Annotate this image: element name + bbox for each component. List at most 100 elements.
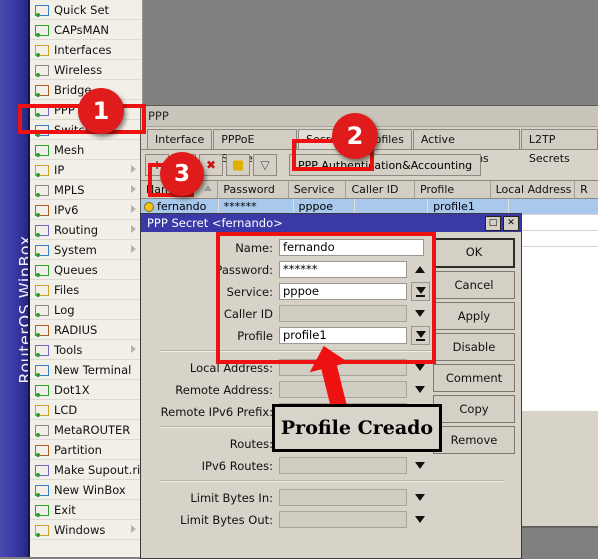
- tab-active-connections[interactable]: Active Connections: [412, 129, 520, 165]
- field-input-limit-bytes-out[interactable]: [279, 511, 407, 528]
- submenu-arrow-icon: [131, 205, 136, 213]
- disable-button[interactable]: Disable: [433, 333, 515, 361]
- submenu-arrow-icon: [131, 225, 136, 233]
- sidebar-menu: Quick Set CAPsMAN Interfaces Wireless Bridge…: [30, 0, 144, 557]
- sidebar-item-label: CAPsMAN: [54, 22, 110, 37]
- remove-button[interactable]: Remove: [433, 426, 515, 454]
- ok-button[interactable]: OK: [433, 238, 515, 268]
- sidebar-item-label: New WinBox: [54, 482, 126, 497]
- status-dot-icon: [144, 202, 154, 212]
- sidebar-item-label: Log: [54, 302, 75, 317]
- restore-button[interactable]: □: [485, 215, 501, 231]
- field-input-limit-bytes-in[interactable]: [279, 489, 407, 506]
- form-row: Limit Bytes Out:: [141, 510, 521, 529]
- dialog-title: PPP Secret <fernando>: [147, 216, 283, 230]
- column-header-label: Caller ID: [351, 183, 399, 196]
- sidebar-item-label: RADIUS: [54, 322, 98, 337]
- column-header-label: Password: [223, 183, 275, 196]
- log-icon: [34, 303, 49, 317]
- terminal-icon: [34, 363, 49, 377]
- button-label: Cancel: [454, 278, 494, 292]
- table-cell: [509, 199, 598, 214]
- mesh-icon: [34, 143, 49, 157]
- sidebar-item-interfaces[interactable]: Interfaces: [30, 40, 142, 60]
- column-header-label: Local Address: [495, 183, 572, 196]
- column-header[interactable]: Caller ID: [346, 181, 415, 198]
- sidebar-item-radius[interactable]: RADIUS: [30, 320, 142, 340]
- table-cell: profile1: [428, 199, 509, 214]
- button-label: Copy: [459, 402, 489, 416]
- submenu-arrow-icon: [131, 525, 136, 533]
- close-icon: ✕: [507, 217, 515, 228]
- sidebar-item-label: IP: [54, 162, 65, 177]
- sidebar-item-mpls[interactable]: MPLS: [30, 180, 142, 200]
- column-header[interactable]: Service: [289, 181, 347, 198]
- sidebar-item-label: Files: [54, 282, 80, 297]
- ipv6-icon: [34, 203, 49, 217]
- table-cell: ******: [219, 199, 294, 214]
- sidebar-item-new-terminal[interactable]: New Terminal: [30, 360, 142, 380]
- sidebar-item-label: Interfaces: [54, 42, 112, 57]
- sidebar-item-routing[interactable]: Routing: [30, 220, 142, 240]
- apply-button[interactable]: Apply: [433, 302, 515, 330]
- cancel-button[interactable]: Cancel: [433, 271, 515, 299]
- sidebar-item-log[interactable]: Log: [30, 300, 142, 320]
- sidebar-item-capsman[interactable]: CAPsMAN: [30, 20, 142, 40]
- tab-interface[interactable]: Interface: [147, 129, 213, 149]
- dialog-titlebar: PPP Secret <fernando> □ ✕: [141, 214, 521, 232]
- sidebar-item-label: Exit: [54, 502, 76, 517]
- column-header[interactable]: R: [575, 181, 598, 198]
- column-header[interactable]: Local Address: [491, 181, 576, 198]
- column-header[interactable]: Password: [218, 181, 289, 198]
- sidebar-item-mesh[interactable]: Mesh: [30, 140, 142, 160]
- sidebar-item-label: Wireless: [54, 62, 103, 77]
- windows-icon: [34, 523, 49, 537]
- sidebar-item-metarouter[interactable]: MetaROUTER: [30, 420, 142, 440]
- column-header[interactable]: Profile: [415, 181, 491, 198]
- dropdown-arrow-icon[interactable]: [411, 457, 428, 474]
- sidebar-item-quick-set[interactable]: Quick Set: [30, 0, 142, 20]
- dropdown-arrow-icon[interactable]: [411, 489, 428, 506]
- sidebar-item-exit[interactable]: Exit: [30, 500, 142, 520]
- comment-button[interactable]: ■: [226, 154, 250, 176]
- tab-pppoe-servers[interactable]: PPPoE Servers: [213, 129, 297, 165]
- restore-icon: □: [488, 217, 498, 228]
- submenu-arrow-icon: [131, 185, 136, 193]
- sidebar-item-ip[interactable]: IP: [30, 160, 142, 180]
- sidebar-item-make-supout-rif[interactable]: Make Supout.rif: [30, 460, 144, 480]
- copy-button[interactable]: Copy: [433, 395, 515, 423]
- tab-l2tp-secrets[interactable]: L2TP Secrets: [520, 129, 598, 165]
- routing-icon: [34, 223, 49, 237]
- close-button[interactable]: ✕: [503, 215, 519, 231]
- field-group-separator: [159, 480, 503, 482]
- dropdown-arrow-icon[interactable]: [411, 381, 428, 398]
- button-label: Comment: [445, 371, 503, 385]
- dropdown-arrow-icon[interactable]: [411, 511, 428, 528]
- queues-icon: [34, 263, 49, 277]
- sidebar-item-queues[interactable]: Queues: [30, 260, 142, 280]
- ppp-window-title: PPP: [148, 109, 169, 123]
- sidebar-item-tools[interactable]: Tools: [30, 340, 142, 360]
- sidebar-item-ipv6[interactable]: IPv6: [30, 200, 142, 220]
- wand-icon: [34, 3, 49, 17]
- comment-button[interactable]: Comment: [433, 364, 515, 392]
- sidebar-item-system[interactable]: System: [30, 240, 142, 260]
- sidebar-item-new-winbox[interactable]: New WinBox: [30, 480, 142, 500]
- mpls-icon: [34, 183, 49, 197]
- button-label: Remove: [450, 433, 498, 447]
- table-cell: fernando: [141, 199, 219, 214]
- table-cell-text: ******: [223, 200, 257, 213]
- sidebar-item-partition[interactable]: Partition: [30, 440, 142, 460]
- sidebar-item-files[interactable]: Files: [30, 280, 142, 300]
- field-input-ipv6-routes[interactable]: [279, 457, 407, 474]
- sidebar-item-dot1x[interactable]: Dot1X: [30, 380, 142, 400]
- filter-button[interactable]: ▽: [253, 154, 277, 176]
- sidebar-item-wireless[interactable]: Wireless: [30, 60, 142, 80]
- radius-icon: [34, 323, 49, 337]
- sidebar-item-label: IPv6: [54, 202, 79, 217]
- tab-label: Interface: [155, 133, 205, 146]
- sidebar-item-windows[interactable]: Windows: [30, 520, 142, 540]
- sidebar-item-lcd[interactable]: LCD: [30, 400, 142, 420]
- sidebar-item-label: Windows: [54, 522, 106, 537]
- table-cell-text: profile1: [433, 200, 475, 213]
